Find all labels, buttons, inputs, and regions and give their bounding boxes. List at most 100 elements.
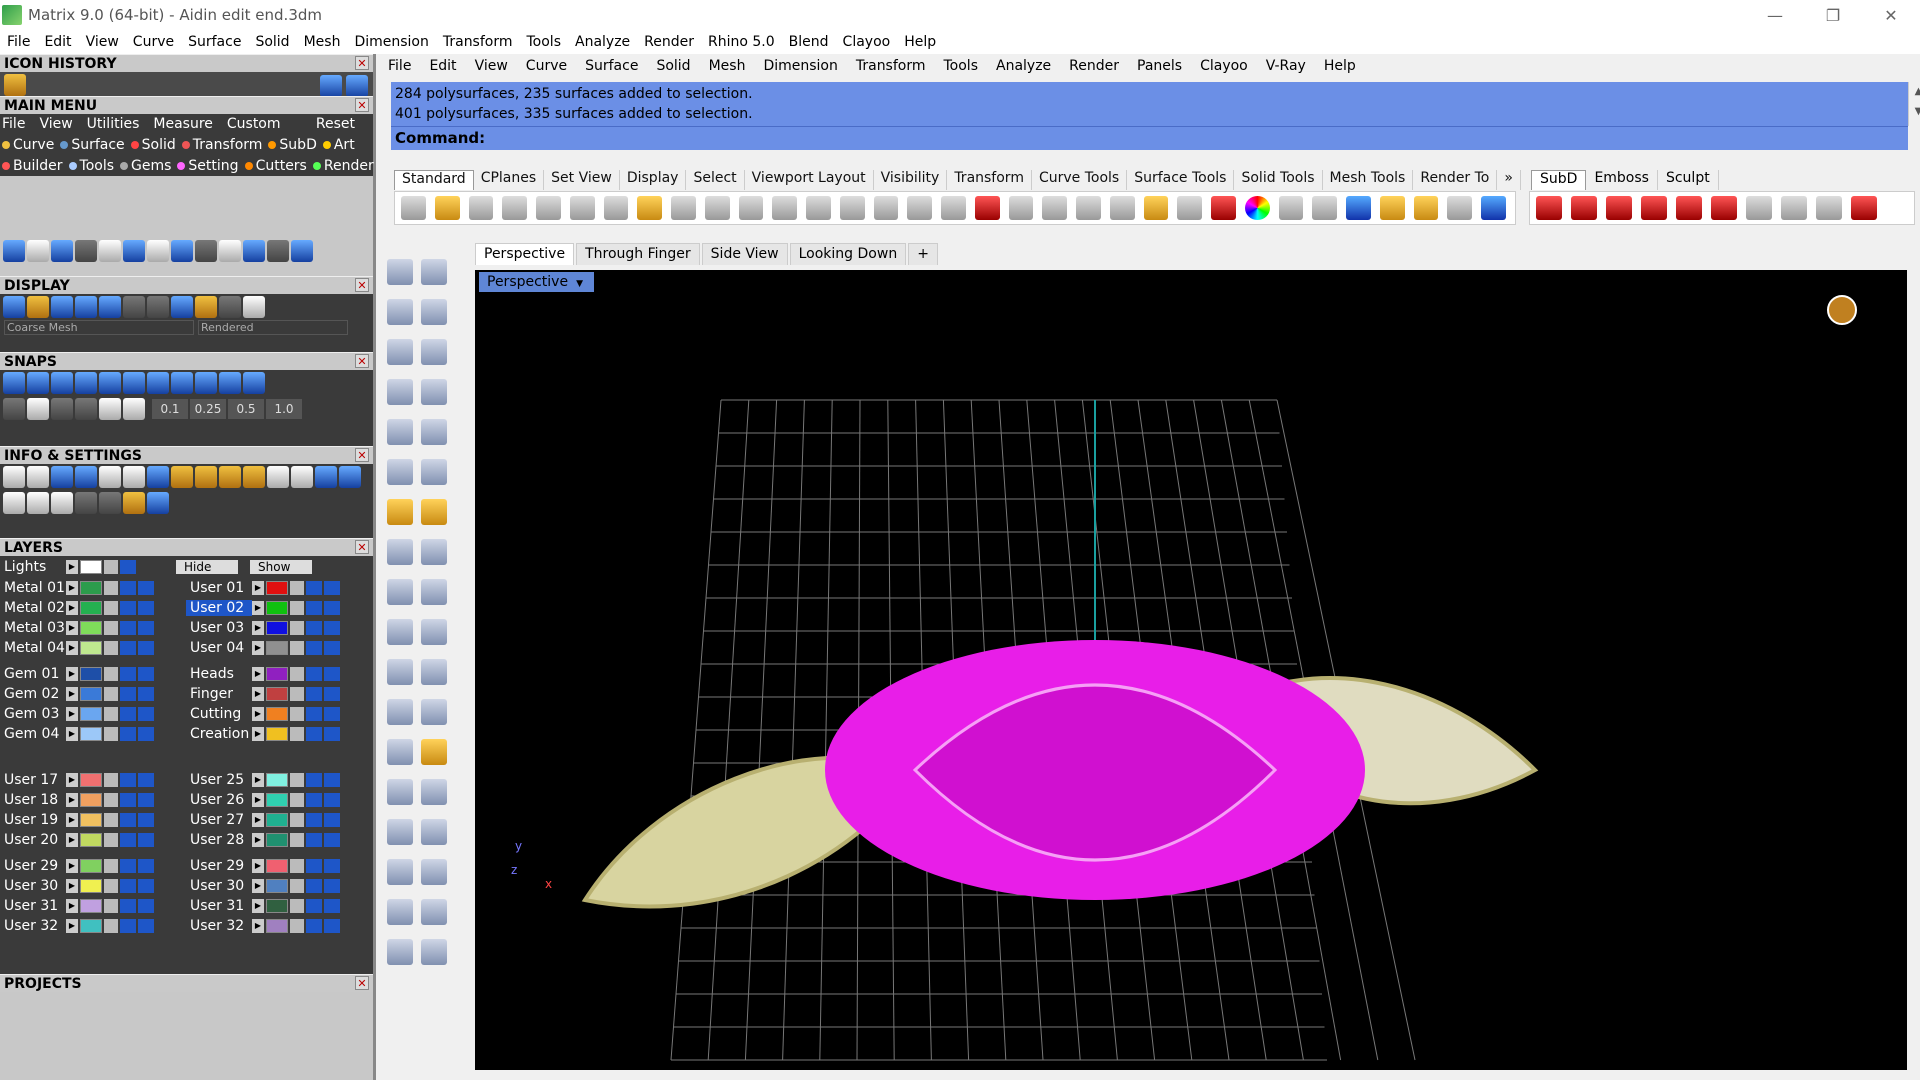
side-tool-icon-2[interactable]: [421, 259, 447, 285]
menu-item-surface[interactable]: Surface: [181, 34, 248, 50]
info-tool-icon-9[interactable]: [195, 466, 217, 488]
layer-color-swatch[interactable]: [80, 687, 102, 701]
menu-item-tools[interactable]: Tools: [520, 34, 569, 50]
main-menu-solid[interactable]: Solid: [130, 137, 176, 153]
layer-visibility-toggle[interactable]: [306, 707, 322, 721]
layer-color-swatch[interactable]: [266, 919, 288, 933]
close-icon[interactable]: ✕: [355, 56, 369, 70]
layer-render-toggle[interactable]: [138, 667, 154, 681]
layer-row[interactable]: User 31 ▶: [186, 896, 372, 916]
lock-icon[interactable]: [104, 667, 118, 681]
viewport-tab-perspective[interactable]: Perspective: [475, 243, 575, 265]
standard-tool-icon-15[interactable]: [873, 196, 899, 220]
snap-tool-icon-8[interactable]: [171, 372, 193, 394]
main-menu-tool-icon-2[interactable]: [27, 240, 49, 262]
layer-color-swatch[interactable]: [266, 899, 288, 913]
layer-render-toggle[interactable]: [324, 879, 340, 893]
layer-visibility-toggle[interactable]: [306, 621, 322, 635]
layer-row[interactable]: User 04 ▶: [186, 638, 372, 658]
standard-tool-icon-27[interactable]: [1278, 196, 1304, 220]
layer-render-toggle[interactable]: [324, 727, 340, 741]
standard-tool-icon-3[interactable]: [468, 196, 494, 220]
display-tool-icon-3[interactable]: [51, 296, 73, 318]
menu-item-solid[interactable]: Solid: [248, 34, 296, 50]
info-tool-icon-6[interactable]: [123, 466, 145, 488]
layer-render-toggle[interactable]: [138, 793, 154, 807]
subd-tool-icon-7[interactable]: [1746, 196, 1772, 220]
toolbar-tab-visibility[interactable]: Visibility: [874, 170, 948, 190]
expand-arrow-icon[interactable]: ▶: [252, 581, 264, 595]
layer-visibility-toggle[interactable]: [306, 773, 322, 787]
layer-visibility-toggle[interactable]: [120, 621, 136, 635]
layer-render-toggle[interactable]: [324, 621, 340, 635]
standard-tool-icon-30[interactable]: [1379, 196, 1405, 220]
standard-tool-icon-5[interactable]: [536, 196, 561, 220]
menu-item-file[interactable]: File: [0, 34, 37, 50]
layer-name[interactable]: Creation: [186, 726, 252, 742]
main-menu-render[interactable]: Render: [312, 158, 374, 174]
info-tool-icon-18[interactable]: [51, 492, 73, 514]
layer-render-toggle[interactable]: [324, 899, 340, 913]
layer-name[interactable]: Gem 01: [0, 666, 66, 682]
lock-icon[interactable]: [104, 833, 118, 847]
rhino-menu-item-file[interactable]: File: [379, 58, 420, 74]
side-tool-icon-6[interactable]: [421, 339, 447, 365]
rhino-menu-item-curve[interactable]: Curve: [517, 58, 576, 74]
side-tool-icon-12[interactable]: [421, 459, 447, 485]
layer-name[interactable]: User 25: [186, 772, 252, 788]
layer-render-toggle[interactable]: [138, 879, 154, 893]
layer-name[interactable]: User 04: [186, 640, 252, 656]
side-tool-icon-36[interactable]: [421, 939, 447, 965]
layer-visibility-toggle[interactable]: [306, 879, 322, 893]
expand-arrow-icon[interactable]: ▶: [66, 813, 78, 827]
menu-item-clayoo[interactable]: Clayoo: [836, 34, 898, 50]
layer-name[interactable]: User 31: [0, 898, 66, 914]
info-tool-icon-2[interactable]: [27, 466, 49, 488]
render-mode-select[interactable]: Rendered: [198, 320, 348, 335]
toolbar-tab-solid-tools[interactable]: Solid Tools: [1234, 170, 1323, 190]
rhino-menu-item-surface[interactable]: Surface: [576, 58, 647, 74]
expand-arrow-icon[interactable]: ▶: [66, 581, 78, 595]
info-tool-icon-17[interactable]: [27, 492, 49, 514]
subd-tool-icon-2[interactable]: [1571, 196, 1597, 220]
main-menu-gems[interactable]: Gems: [120, 158, 171, 174]
display-tool-icon-1[interactable]: [3, 296, 25, 318]
layer-row[interactable]: Gem 01 ▶: [0, 664, 186, 684]
rhino-menu-item-solid[interactable]: Solid: [647, 58, 699, 74]
lock-icon[interactable]: [290, 899, 304, 913]
toolbar-tab-select[interactable]: Select: [686, 170, 745, 190]
lock-icon[interactable]: [290, 919, 304, 933]
lock-icon[interactable]: [290, 667, 304, 681]
info-tool-icon-4[interactable]: [75, 466, 97, 488]
snap-extra-tool-icon-4[interactable]: [75, 398, 97, 420]
layer-row[interactable]: Finger ▶: [186, 684, 372, 704]
layer-visibility-toggle[interactable]: [120, 859, 136, 873]
info-tool-icon-20[interactable]: [99, 492, 121, 514]
expand-arrow-icon[interactable]: ▶: [66, 919, 78, 933]
layer-color-swatch[interactable]: [266, 773, 288, 787]
layer-row[interactable]: User 28 ▶: [186, 830, 372, 850]
lock-icon[interactable]: [104, 919, 118, 933]
expand-arrow-icon[interactable]: ▶: [66, 859, 78, 873]
side-tool-icon-33[interactable]: [387, 899, 413, 925]
layer-name[interactable]: User 32: [0, 918, 66, 934]
snap-extra-tool-icon-3[interactable]: [51, 398, 73, 420]
menu-item-mesh[interactable]: Mesh: [297, 34, 348, 50]
layer-render-toggle[interactable]: [324, 601, 340, 615]
rhino-menu-item-edit[interactable]: Edit: [420, 58, 465, 74]
info-tool-icon-21[interactable]: [123, 492, 145, 514]
layer-render-toggle[interactable]: [138, 707, 154, 721]
main-menu-tab-custom[interactable]: Custom: [227, 116, 281, 132]
standard-tool-icon-19[interactable]: [1008, 196, 1034, 220]
layer-name[interactable]: Finger: [186, 686, 252, 702]
snap-tool-icon-1[interactable]: [3, 372, 25, 394]
expand-arrow-icon[interactable]: ▶: [66, 667, 78, 681]
toolbar-tab-surface-tools[interactable]: Surface Tools: [1127, 170, 1235, 190]
menu-item-dimension[interactable]: Dimension: [347, 34, 435, 50]
rhino-menu-item-v-ray[interactable]: V-Ray: [1257, 58, 1315, 74]
layer-render-toggle[interactable]: [138, 899, 154, 913]
lock-icon[interactable]: [290, 621, 304, 635]
layer-toggle[interactable]: [120, 560, 136, 574]
layer-visibility-toggle[interactable]: [120, 919, 136, 933]
snap-tool-icon-11[interactable]: [243, 372, 265, 394]
